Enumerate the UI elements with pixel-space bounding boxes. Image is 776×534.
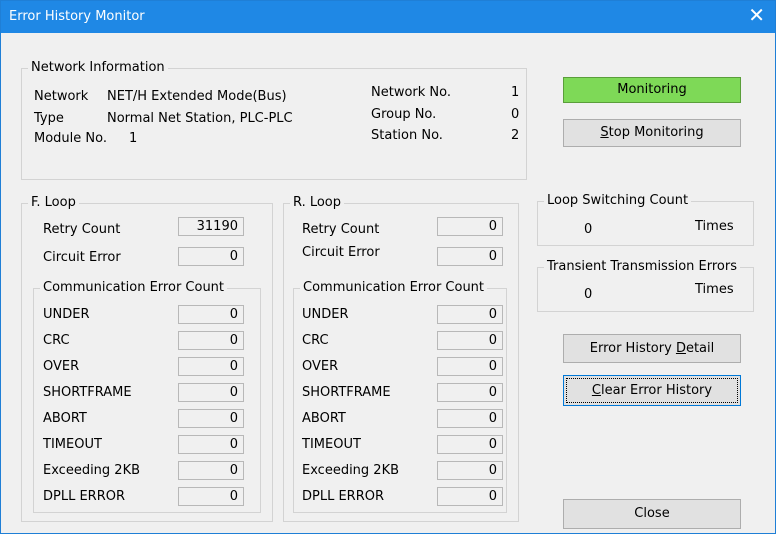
r-comm-error-label: Communication Error Count <box>300 280 488 296</box>
network-no-label: Network No. <box>371 85 451 100</box>
transient-errors-label: Transient Transmission Errors <box>544 259 741 275</box>
f-comm-error-label: Communication Error Count <box>40 280 228 296</box>
r-loop-error-field: 0 <box>437 487 503 506</box>
f-loop-error-label: CRC <box>43 333 70 348</box>
type-label: Type <box>34 111 64 126</box>
network-information-label: Network Information <box>28 60 168 76</box>
monitoring-status-indicator: Monitoring <box>563 77 741 103</box>
r-loop-error-field: 0 <box>437 357 503 376</box>
r-loop-error-field: 0 <box>437 305 503 324</box>
f-loop-error-field: 0 <box>178 331 244 350</box>
network-no-value: 1 <box>511 85 520 100</box>
r-loop-error-field: 0 <box>437 461 503 480</box>
loop-switching-unit: Times <box>695 219 734 234</box>
r-loop-error-label: ABORT <box>302 411 346 426</box>
detail-label-prefix: Error History <box>589 341 676 356</box>
r-loop-error-field: 0 <box>437 409 503 428</box>
loop-switching-value: 0 <box>584 222 593 237</box>
f-loop-error-label: ABORT <box>43 411 87 426</box>
loop-switching-label: Loop Switching Count <box>544 193 692 209</box>
transient-errors-value: 0 <box>584 287 593 302</box>
window-title: Error History Monitor <box>9 9 145 24</box>
r-retry-count-field: 0 <box>437 217 503 236</box>
module-no-value: 1 <box>129 131 138 146</box>
f-loop-error-label: UNDER <box>43 307 90 322</box>
stop-monitoring-label-rest: top Monitoring <box>608 125 704 140</box>
network-value: NET/H Extended Mode(Bus) <box>107 89 287 104</box>
f-loop-error-label: TIMEOUT <box>43 437 102 452</box>
f-loop-error-field: 0 <box>178 409 244 428</box>
type-value: Normal Net Station, PLC-PLC <box>107 111 293 126</box>
close-button[interactable]: Close <box>563 499 741 529</box>
r-loop-error-label: TIMEOUT <box>302 437 361 452</box>
r-loop-error-field: 0 <box>437 331 503 350</box>
f-loop-error-label: DPLL ERROR <box>43 489 126 504</box>
station-no-label: Station No. <box>371 128 443 143</box>
r-loop-error-label: OVER <box>302 359 339 374</box>
f-loop-error-label: Exceeding 2KB <box>43 463 141 478</box>
error-history-monitor-window: Error History Monitor ✕ Network Informat… <box>0 0 776 534</box>
detail-label-rest: etail <box>685 341 715 356</box>
r-loop-error-label: Exceeding 2KB <box>302 463 400 478</box>
focus-ring <box>566 378 738 403</box>
station-no-value: 2 <box>511 128 520 143</box>
r-loop-error-field: 0 <box>437 435 503 454</box>
r-circuit-error-label: Circuit Error <box>302 245 380 260</box>
close-icon[interactable]: ✕ <box>748 5 765 25</box>
f-circuit-error-field: 0 <box>178 247 244 266</box>
stop-monitoring-button[interactable]: Stop Monitoring <box>563 119 741 147</box>
group-no-label: Group No. <box>371 107 437 122</box>
r-loop-error-label: SHORTFRAME <box>302 385 391 400</box>
f-circuit-error-label: Circuit Error <box>43 250 121 265</box>
f-loop-error-field: 0 <box>178 383 244 402</box>
clear-error-history-button[interactable]: Clear Error History <box>563 375 741 406</box>
f-retry-count-field: 31190 <box>178 217 244 236</box>
title-bar: Error History Monitor ✕ <box>1 1 775 33</box>
f-loop-error-label: OVER <box>43 359 80 374</box>
network-label: Network <box>34 89 89 104</box>
r-retry-count-label: Retry Count <box>302 222 380 237</box>
f-loop-error-field: 0 <box>178 357 244 376</box>
module-no-label: Module No. <box>34 131 107 146</box>
f-loop-label: F. Loop <box>28 195 79 211</box>
f-loop-error-field: 0 <box>178 461 244 480</box>
f-loop-error-field: 0 <box>178 305 244 324</box>
stop-monitoring-accesskey: S <box>600 125 609 140</box>
r-circuit-error-field: 0 <box>437 247 503 266</box>
error-history-detail-button[interactable]: Error History Detail <box>563 334 741 363</box>
f-loop-error-field: 0 <box>178 435 244 454</box>
r-loop-error-field: 0 <box>437 383 503 402</box>
group-no-value: 0 <box>511 107 520 122</box>
transient-errors-unit: Times <box>695 282 734 297</box>
r-loop-label: R. Loop <box>290 195 345 211</box>
f-loop-error-field: 0 <box>178 487 244 506</box>
r-loop-error-label: CRC <box>302 333 329 348</box>
r-loop-error-label: UNDER <box>302 307 349 322</box>
detail-accesskey: D <box>675 341 686 356</box>
r-loop-error-label: DPLL ERROR <box>302 489 385 504</box>
f-retry-count-label: Retry Count <box>43 222 121 237</box>
f-loop-error-label: SHORTFRAME <box>43 385 132 400</box>
